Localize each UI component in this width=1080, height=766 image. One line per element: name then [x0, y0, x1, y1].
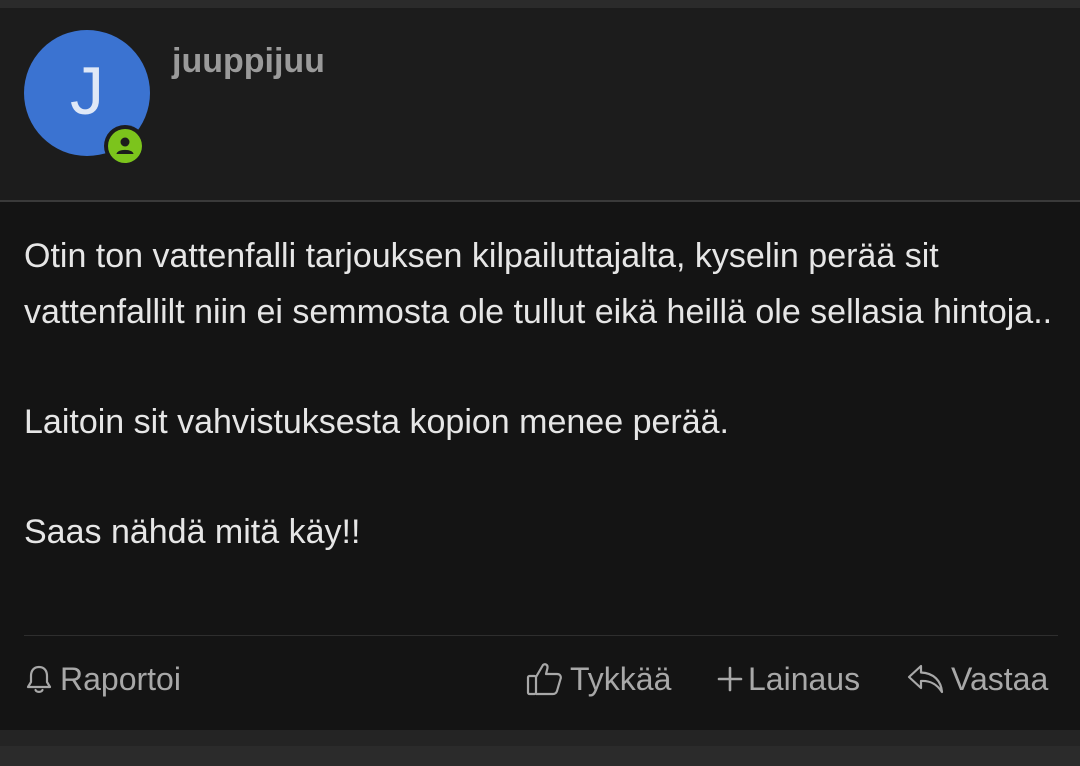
online-status-badge — [104, 125, 146, 167]
thumbs-up-icon — [526, 661, 564, 697]
post-paragraph: Laitoin sit vahvistuksesta kopion menee … — [24, 403, 729, 441]
username[interactable]: juuppijuu — [172, 42, 325, 81]
post-paragraph: Otin ton vattenfalli tarjouksen kilpailu… — [24, 237, 1053, 331]
top-separator — [0, 0, 1080, 8]
post-header: J juuppijuu — [0, 8, 1080, 202]
user-online-icon — [108, 129, 142, 163]
quote-button[interactable]: Lainaus — [716, 644, 860, 714]
like-button[interactable]: Tykkää — [526, 644, 671, 714]
post-paragraph: Saas nähdä mitä käy!! — [24, 513, 361, 551]
reply-label: Vastaa — [951, 660, 1049, 697]
report-button[interactable]: Raportoi — [24, 644, 181, 714]
post-actions: Raportoi Tykkää Lainaus Vastaa — [0, 644, 1080, 714]
avatar-initial: J — [70, 53, 104, 129]
bell-icon — [24, 663, 54, 695]
post-body: Otin ton vattenfalli tarjouksen kilpailu… — [24, 228, 1064, 560]
report-label: Raportoi — [60, 660, 181, 697]
actions-divider — [24, 635, 1058, 636]
forum-post: J juuppijuu Otin ton vattenfalli tarjouk… — [0, 8, 1080, 730]
bottom-separator — [0, 746, 1080, 766]
reply-arrow-icon — [907, 662, 945, 696]
quote-label: Lainaus — [748, 660, 861, 697]
like-label: Tykkää — [570, 660, 672, 697]
reply-button[interactable]: Vastaa — [907, 644, 1048, 714]
plus-icon — [716, 665, 744, 693]
